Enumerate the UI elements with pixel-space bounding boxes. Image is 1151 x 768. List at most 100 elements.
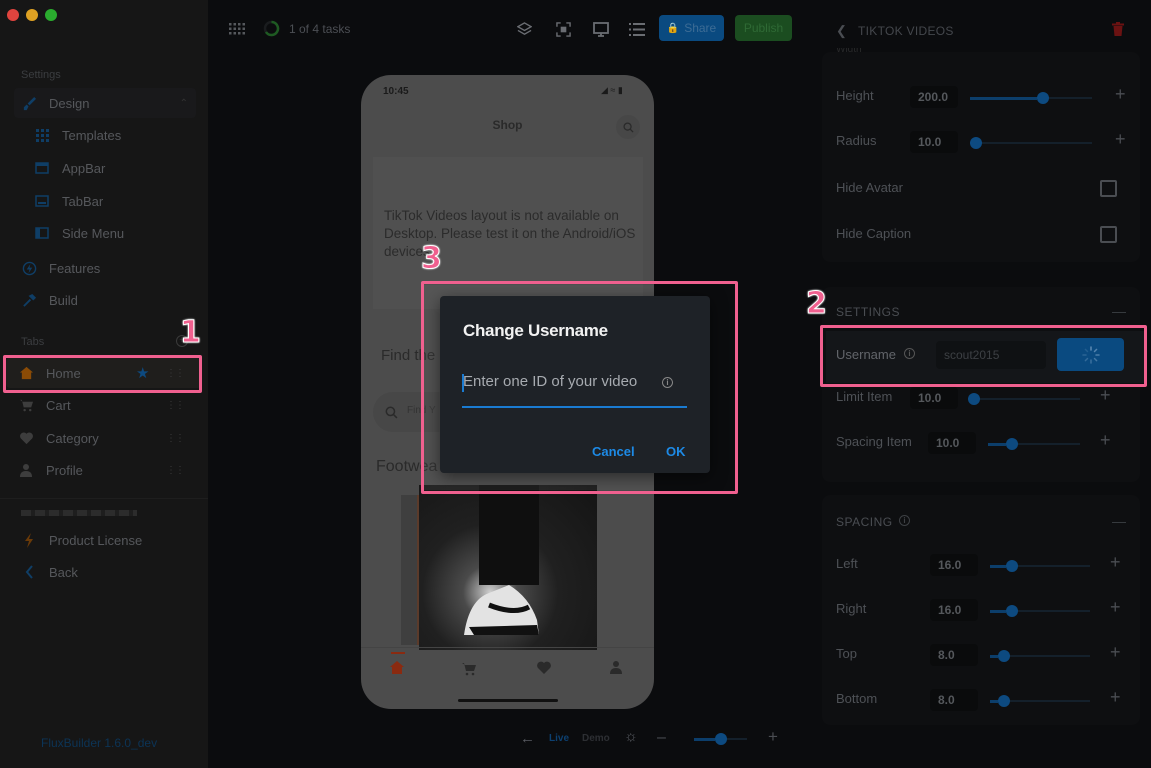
sidebar-item-label: Cart [46,397,71,413]
sidebar-item-features[interactable]: Features [14,253,196,283]
appbar-icon [34,160,50,176]
size-height-slider-fill [970,96,1038,100]
sidebar-item-back[interactable]: Back [14,557,196,587]
setting-limit-item-slider[interactable] [968,393,1080,405]
publish-button[interactable]: Publish [735,15,792,41]
annotation-box-3 [421,281,738,494]
spacing-bottom-increment-button[interactable]: + [1110,687,1121,708]
phone-search-button[interactable] [616,115,640,139]
spacing-left-slider[interactable] [990,560,1090,572]
collapse-settings-button[interactable]: — [1112,303,1126,319]
setting-spacing-item-increment-button[interactable]: + [1100,430,1111,451]
spacing-right-increment-button[interactable]: + [1110,597,1121,618]
spacing-bottom-value-input[interactable]: 8.0 [930,689,978,711]
zoom-slider[interactable] [694,733,747,745]
lightning-icon [21,532,37,548]
sidebar-tab-category[interactable]: Category ⋮⋮ [6,423,202,453]
setting-spacing-item-slider[interactable] [988,438,1080,450]
product-image-partial[interactable] [401,495,419,645]
sidebar-item-product-license[interactable]: Product License [14,525,196,555]
apps-grid-icon[interactable] [228,20,246,38]
drag-handle-icon[interactable]: ⋮⋮ [166,400,185,411]
size-radius-slider[interactable] [970,137,1092,149]
minimize-window-button[interactable] [26,9,38,21]
spacing-left-slider-thumb[interactable] [1006,560,1018,572]
sneaker-illustration [464,485,539,635]
phone-nav-favorites[interactable] [536,660,552,680]
tasks-progress-ring[interactable] [263,20,280,37]
spacing-top-row: Top 8.0 + [810,640,1151,670]
drag-handle-icon[interactable]: ⋮⋮ [166,465,185,476]
tasks-progress-text[interactable]: 1 of 4 tasks [289,22,350,36]
hide-avatar-checkbox[interactable] [1100,180,1117,197]
spacing-bottom-slider-thumb[interactable] [998,695,1010,707]
redacted-text [21,510,137,516]
close-window-button[interactable] [7,9,19,21]
size-radius-increment-button[interactable]: + [1115,129,1126,150]
setting-spacing-item-label: Spacing Item [836,434,912,449]
spacing-bottom-slider[interactable] [990,695,1090,707]
phone-nav-home[interactable] [389,660,405,680]
sidebar-item-label: Profile [46,462,83,478]
live-mode-toggle[interactable]: Live [549,733,569,744]
panel-back-button[interactable]: ❮ [836,23,847,39]
size-height-row: Height 200.0 + [810,82,1151,112]
phone-nav-cart[interactable] [461,661,477,681]
hide-caption-checkbox[interactable] [1100,226,1117,243]
setting-spacing-item-slider-thumb[interactable] [1006,438,1019,450]
collapse-spacing-button[interactable]: — [1112,513,1126,529]
size-height-slider-thumb[interactable] [1037,92,1050,104]
spacing-top-increment-button[interactable]: + [1110,642,1121,663]
zoom-slider-thumb[interactable] [715,733,728,745]
chevron-up-icon[interactable]: ⌃ [180,98,188,109]
sidebar-item-appbar[interactable]: AppBar [34,153,196,183]
product-image-sneaker[interactable] [419,485,597,650]
sidebar-tab-profile[interactable]: Profile ⋮⋮ [6,455,202,485]
sidebar-item-design[interactable]: Design ⌃ [14,88,196,118]
sidebar-item-side-menu[interactable]: Side Menu [34,218,196,248]
back-arrow-icon[interactable]: ← [520,730,535,747]
desktop-preview-icon[interactable] [592,20,610,38]
sidebar-item-tabbar[interactable]: TabBar [34,186,196,216]
panel-title: TIKTOK VIDEOS [858,24,954,38]
demo-mode-toggle[interactable]: Demo [582,733,610,744]
setting-limit-item-value-input[interactable]: 10.0 [910,387,958,409]
share-button[interactable]: 🔒 Share [659,15,724,41]
spacing-top-value-input[interactable]: 8.0 [930,644,978,666]
screenshot-icon[interactable] [554,20,572,38]
spacing-top-slider-fill [990,654,998,658]
spacing-top-slider-thumb[interactable] [998,650,1010,662]
size-height-value-input[interactable]: 200.0 [910,86,958,108]
zoom-in-button[interactable]: + [768,727,778,747]
info-icon[interactable]: i [899,515,910,526]
size-height-increment-button[interactable]: + [1115,84,1126,105]
delete-button[interactable] [1112,22,1124,41]
zoom-out-button[interactable]: – [657,729,666,747]
drag-handle-icon[interactable]: ⋮⋮ [166,433,185,444]
brightness-icon[interactable]: ☼ [624,728,638,745]
setting-limit-item-slider-thumb[interactable] [968,393,980,405]
size-radius-value-input[interactable]: 10.0 [910,131,958,153]
spacing-right-slider-thumb[interactable] [1006,605,1018,617]
setting-limit-item-increment-button[interactable]: + [1100,385,1111,406]
spacing-right-slider[interactable] [990,605,1090,617]
sidebar-item-templates[interactable]: Templates [34,120,196,150]
trash-icon [1112,22,1124,36]
sidebar-tab-cart[interactable]: Cart ⋮⋮ [6,390,202,420]
list-icon[interactable] [628,20,646,38]
size-radius-slider-thumb[interactable] [970,137,982,149]
spacing-right-value-input[interactable]: 16.0 [930,599,978,621]
setting-spacing-item-value-input[interactable]: 10.0 [928,432,976,454]
annotation-number-2: 2 [806,286,828,322]
sidebar-item-label: Product License [49,532,143,548]
search-icon [385,406,398,419]
phone-nav-profile[interactable] [609,660,623,679]
layers-icon[interactable] [515,20,533,38]
spacing-top-slider[interactable] [990,650,1090,662]
size-height-slider[interactable] [970,92,1092,104]
spacing-left-value-input[interactable]: 16.0 [930,554,978,576]
setting-limit-item-row: Limit Item 10.0 + [810,383,1151,413]
maximize-window-button[interactable] [45,9,57,21]
sidebar-item-build[interactable]: Build [14,285,196,315]
spacing-left-increment-button[interactable]: + [1110,552,1121,573]
